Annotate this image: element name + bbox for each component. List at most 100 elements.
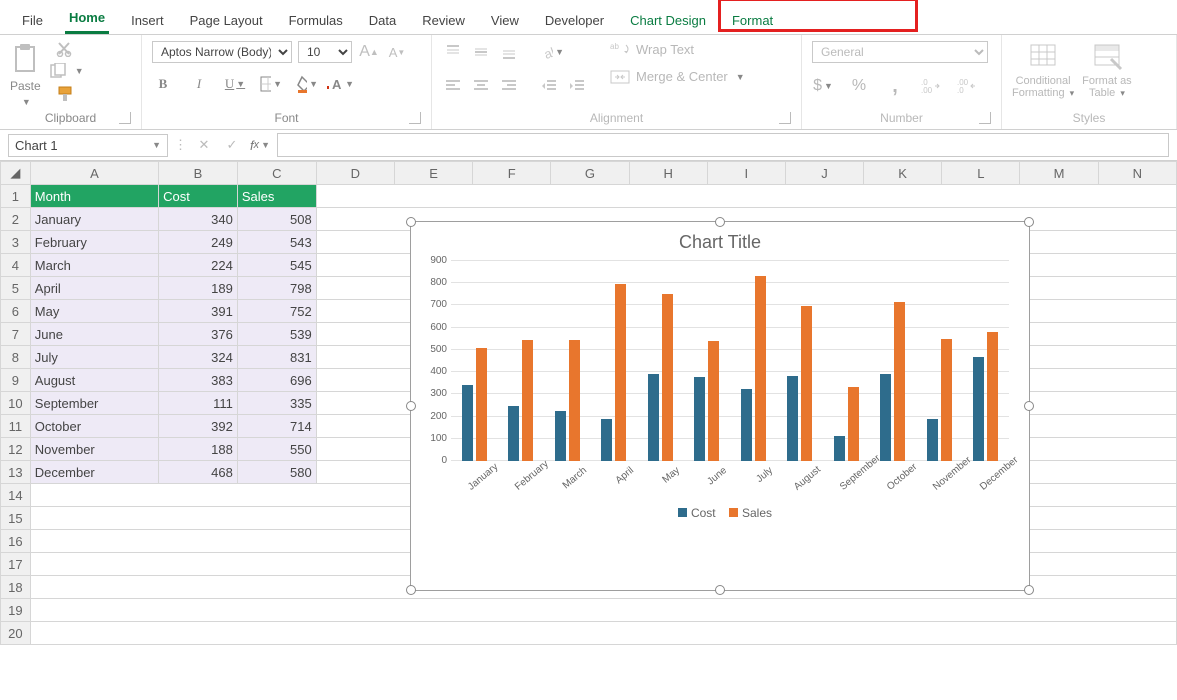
tab-view[interactable]: View xyxy=(487,9,523,34)
increase-font-icon[interactable]: A▲ xyxy=(358,41,380,63)
align-top-icon[interactable] xyxy=(442,41,464,63)
decrease-indent-icon[interactable] xyxy=(538,75,560,97)
increase-decimal-icon[interactable]: .0.00 xyxy=(920,75,942,97)
row-header[interactable]: 3 xyxy=(1,231,31,254)
percent-format-icon[interactable]: % xyxy=(848,75,870,97)
row-header[interactable]: 4 xyxy=(1,254,31,277)
row-header[interactable]: 20 xyxy=(1,622,31,645)
row-header[interactable]: 19 xyxy=(1,599,31,622)
cell[interactable]: April xyxy=(30,277,158,300)
dialog-launcher-icon[interactable] xyxy=(779,112,791,124)
cell[interactable]: 340 xyxy=(159,208,238,231)
cell[interactable]: 335 xyxy=(237,392,316,415)
fill-color-button[interactable]: ▼ xyxy=(296,73,318,95)
copy-button[interactable]: ▼ xyxy=(49,63,84,79)
col-header[interactable]: A xyxy=(30,162,158,185)
col-header[interactable]: B xyxy=(159,162,238,185)
row-header[interactable]: 8 xyxy=(1,346,31,369)
cell[interactable]: 798 xyxy=(237,277,316,300)
conditional-formatting-button[interactable]: ConditionalFormatting ▾ xyxy=(1012,41,1074,99)
cell[interactable]: May xyxy=(30,300,158,323)
col-header[interactable]: L xyxy=(942,162,1020,185)
col-header[interactable]: M xyxy=(1020,162,1098,185)
cell[interactable]: 391 xyxy=(159,300,238,323)
dialog-launcher-icon[interactable] xyxy=(979,112,991,124)
tab-review[interactable]: Review xyxy=(418,9,469,34)
cell[interactable]: October xyxy=(30,415,158,438)
font-name-select[interactable]: Aptos Narrow (Body) xyxy=(152,41,292,63)
col-header[interactable]: N xyxy=(1098,162,1176,185)
col-header[interactable]: J xyxy=(785,162,863,185)
cell[interactable]: 383 xyxy=(159,369,238,392)
font-size-select[interactable]: 10 xyxy=(298,41,352,63)
row-header[interactable]: 11 xyxy=(1,415,31,438)
cell[interactable]: January xyxy=(30,208,158,231)
col-header[interactable]: F xyxy=(473,162,551,185)
cell[interactable]: June xyxy=(30,323,158,346)
row-header[interactable]: 15 xyxy=(1,507,31,530)
accounting-format-icon[interactable]: $▼ xyxy=(812,75,834,97)
formula-bar[interactable] xyxy=(277,133,1169,157)
orientation-icon[interactable]: ab▼ xyxy=(542,41,564,63)
cell[interactable]: September xyxy=(30,392,158,415)
cell[interactable]: 324 xyxy=(159,346,238,369)
cell[interactable]: 249 xyxy=(159,231,238,254)
row-header[interactable]: 9 xyxy=(1,369,31,392)
name-box[interactable]: Chart 1▼ xyxy=(8,134,168,157)
number-format-select[interactable]: General xyxy=(812,41,988,63)
chart-title[interactable]: Chart Title xyxy=(411,222,1029,257)
cell[interactable]: 580 xyxy=(237,461,316,484)
col-header[interactable]: D xyxy=(316,162,394,185)
cell[interactable]: December xyxy=(30,461,158,484)
cell[interactable]: Cost xyxy=(159,185,238,208)
comma-format-icon[interactable]: , xyxy=(884,75,906,97)
cell[interactable]: 376 xyxy=(159,323,238,346)
col-header[interactable]: G xyxy=(551,162,629,185)
row-header[interactable]: 13 xyxy=(1,461,31,484)
chart-plot-area[interactable]: 0100200300400500600700800900 xyxy=(451,261,1009,461)
cell[interactable]: 224 xyxy=(159,254,238,277)
cell[interactable]: 508 xyxy=(237,208,316,231)
row-header[interactable]: 7 xyxy=(1,323,31,346)
cell[interactable]: July xyxy=(30,346,158,369)
cell[interactable]: 111 xyxy=(159,392,238,415)
col-header[interactable]: H xyxy=(629,162,707,185)
cell[interactable]: March xyxy=(30,254,158,277)
cell[interactable]: 543 xyxy=(237,231,316,254)
cell[interactable]: 696 xyxy=(237,369,316,392)
tab-data[interactable]: Data xyxy=(365,9,400,34)
row-header[interactable]: 18 xyxy=(1,576,31,599)
row-header[interactable]: 6 xyxy=(1,300,31,323)
cell[interactable]: 545 xyxy=(237,254,316,277)
dialog-launcher-icon[interactable] xyxy=(409,112,421,124)
cell[interactable]: November xyxy=(30,438,158,461)
tab-file[interactable]: File xyxy=(18,9,47,34)
borders-button[interactable]: ▼ xyxy=(260,73,282,95)
tab-page-layout[interactable]: Page Layout xyxy=(186,9,267,34)
row-header[interactable]: 14 xyxy=(1,484,31,507)
cell[interactable]: 539 xyxy=(237,323,316,346)
cell[interactable]: 831 xyxy=(237,346,316,369)
cancel-formula-icon[interactable]: ✕ xyxy=(193,134,215,156)
paste-button[interactable]: Paste ▼ xyxy=(10,41,41,107)
cell[interactable]: 714 xyxy=(237,415,316,438)
tab-chart-design[interactable]: Chart Design xyxy=(626,9,710,34)
row-header[interactable]: 2 xyxy=(1,208,31,231)
font-color-button[interactable]: A▼ xyxy=(332,73,354,95)
align-left-icon[interactable] xyxy=(442,75,464,97)
col-header[interactable]: K xyxy=(864,162,942,185)
cut-icon[interactable] xyxy=(49,41,84,57)
wrap-text-button[interactable]: abWrap Text xyxy=(610,41,745,57)
row-header[interactable]: 1 xyxy=(1,185,31,208)
cell[interactable]: 189 xyxy=(159,277,238,300)
cell[interactable]: 188 xyxy=(159,438,238,461)
align-bottom-icon[interactable] xyxy=(498,41,520,63)
row-header[interactable]: 17 xyxy=(1,553,31,576)
fx-icon[interactable]: fx▼ xyxy=(249,134,271,156)
cell[interactable]: Month xyxy=(30,185,158,208)
enter-formula-icon[interactable]: ✓ xyxy=(221,134,243,156)
underline-button[interactable]: U▼ xyxy=(224,73,246,95)
tab-home[interactable]: Home xyxy=(65,6,109,34)
cell[interactable]: 752 xyxy=(237,300,316,323)
cell[interactable]: 468 xyxy=(159,461,238,484)
